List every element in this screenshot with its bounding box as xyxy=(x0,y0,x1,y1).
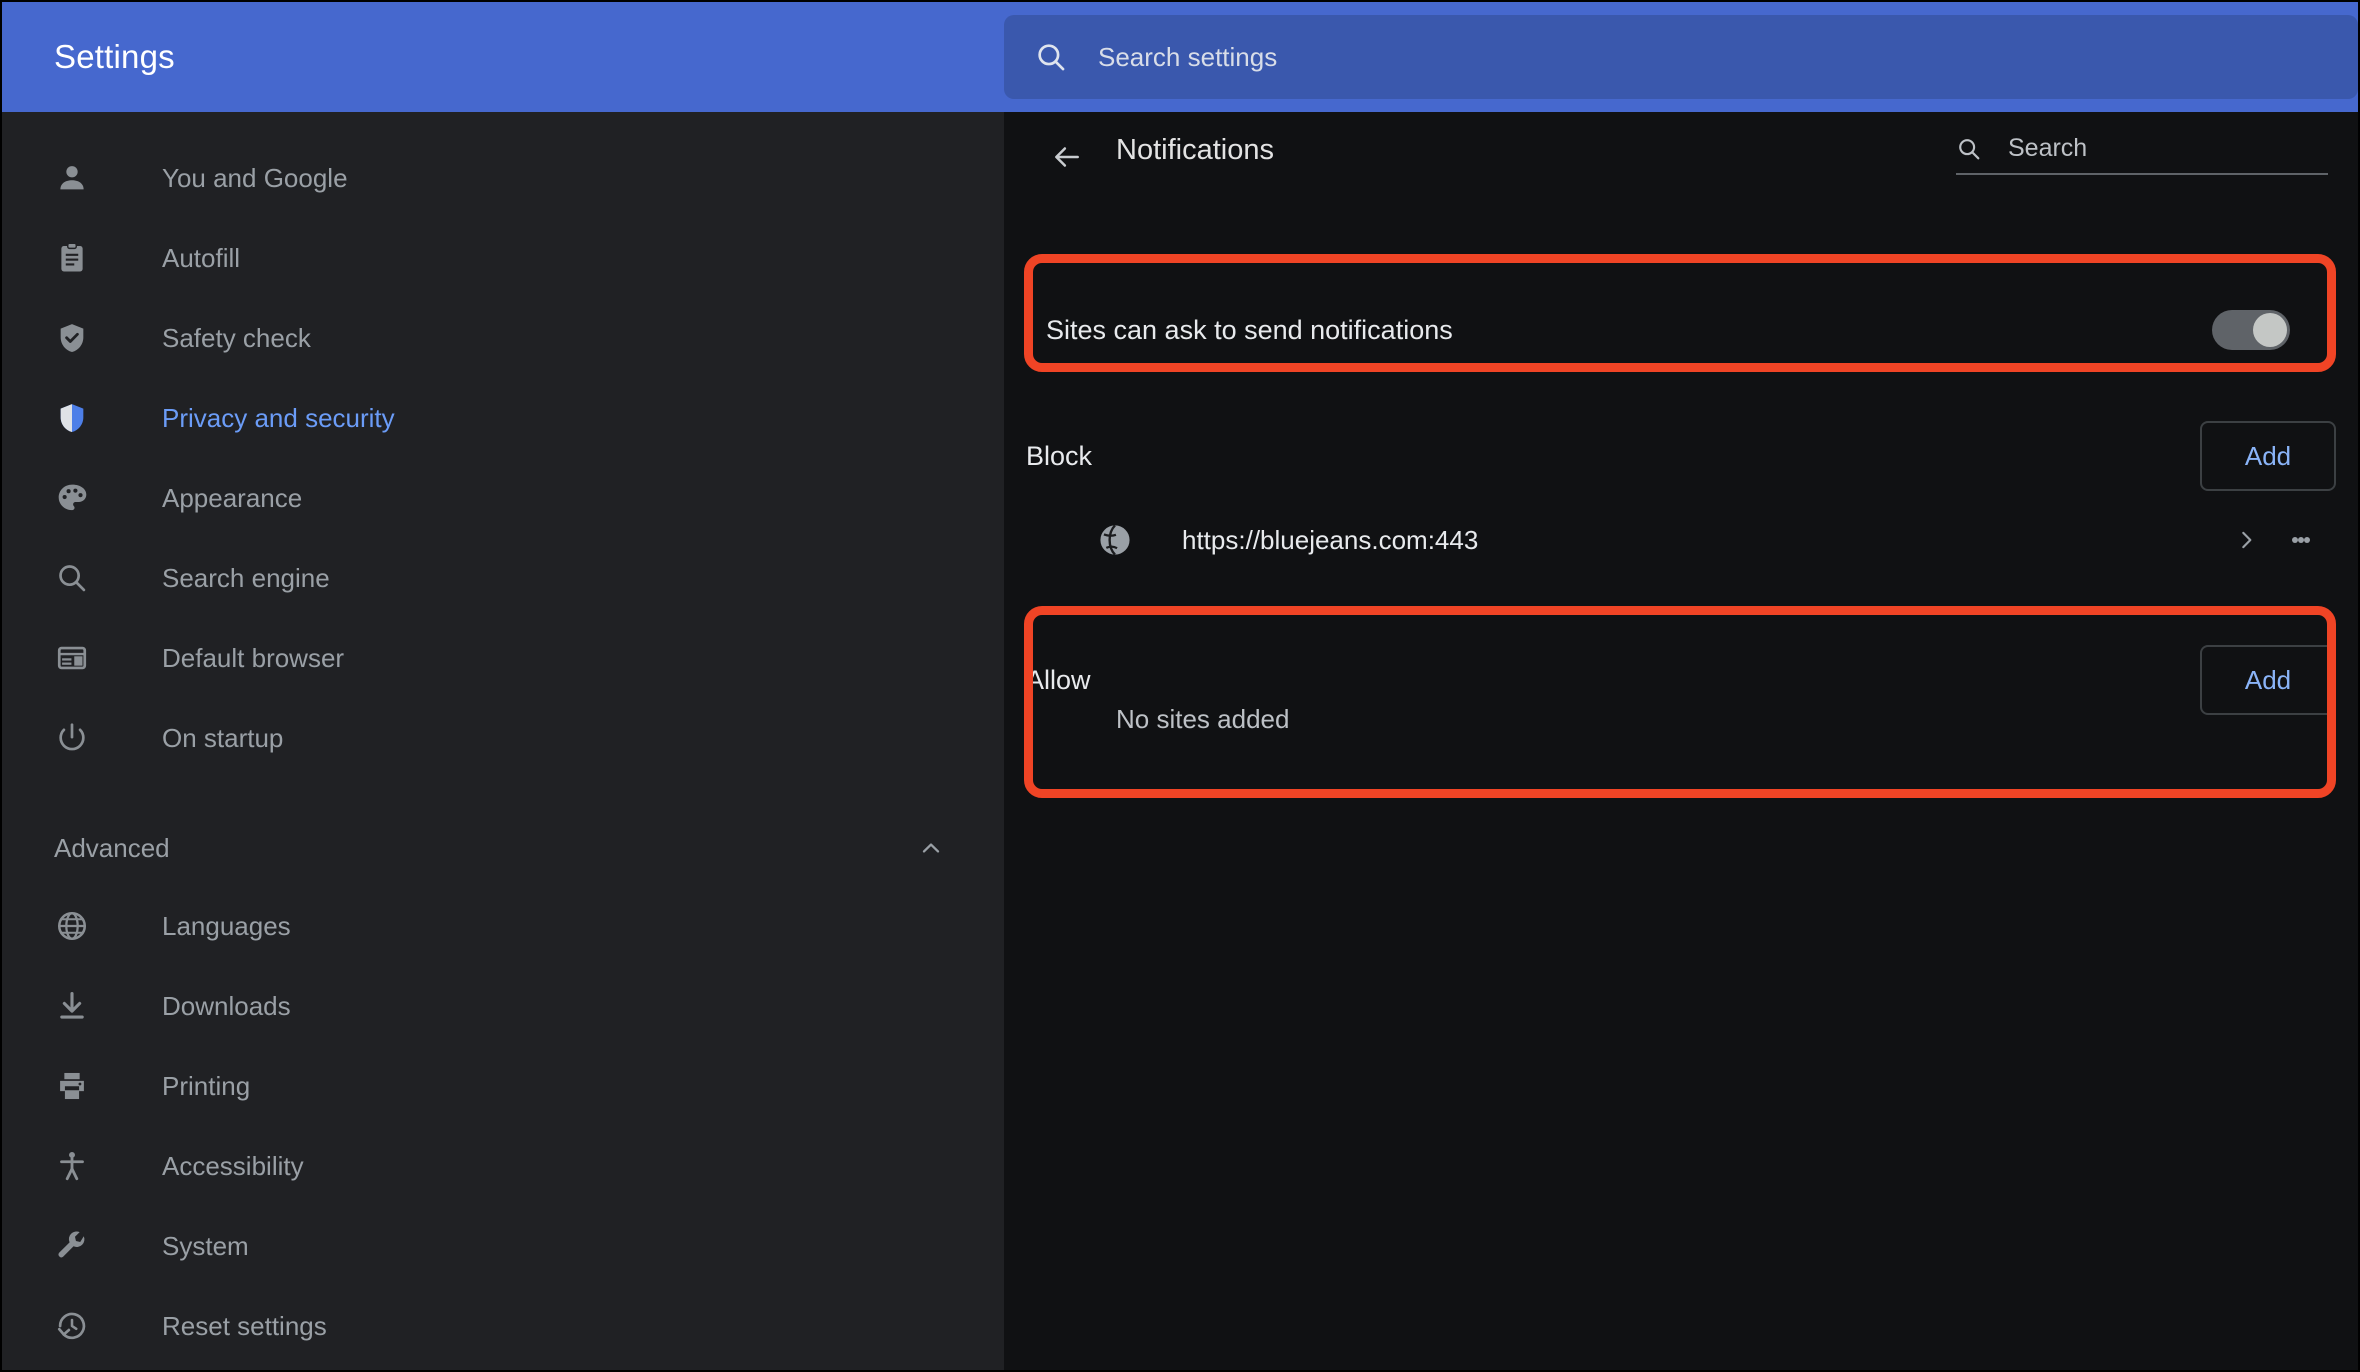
site-url: https://bluejeans.com:443 xyxy=(1182,524,1479,555)
sidebar-divider xyxy=(2,778,1004,810)
allow-empty-message: No sites added xyxy=(1116,704,1290,734)
sidebar-item-label: Printing xyxy=(162,1070,251,1101)
table-row[interactable]: https://bluejeans.com:443 xyxy=(1026,494,2336,586)
sidebar-item-label: Autofill xyxy=(162,242,241,273)
top-bar-right: Search settings xyxy=(1004,2,2358,112)
block-section-title: Block xyxy=(1026,440,1093,471)
sidebar-item-label: Privacy and security xyxy=(162,402,395,433)
main-content: Notifications Search Sites can ask to se… xyxy=(1004,112,2358,1370)
sidebar-item-label: You and Google xyxy=(162,162,348,193)
power-icon xyxy=(54,720,90,756)
clipboard-icon xyxy=(54,240,90,276)
block-section-header: Block Add xyxy=(1026,406,2336,506)
more-vertical-icon[interactable] xyxy=(2266,516,2336,564)
sidebar-item-label: Safety check xyxy=(162,322,311,353)
sidebar-item-label: Reset settings xyxy=(162,1310,327,1341)
top-bar-left: Settings xyxy=(2,2,1004,112)
search-icon xyxy=(54,560,90,596)
main-header: Notifications Search xyxy=(1004,112,2358,202)
app-title: Settings xyxy=(54,38,175,75)
browser-window-icon xyxy=(54,640,90,676)
sidebar-item-reset-settings[interactable]: Reset settings xyxy=(2,1286,1004,1366)
chevron-right-icon[interactable] xyxy=(2226,520,2266,560)
sidebar-item-autofill[interactable]: Autofill xyxy=(2,218,1004,298)
block-add-button[interactable]: Add xyxy=(2200,421,2336,491)
sidebar-section-advanced[interactable]: Advanced xyxy=(2,810,1004,886)
top-bar: Settings Search settings xyxy=(2,2,2358,112)
arrow-left-icon xyxy=(1055,147,1079,167)
sidebar: You and Google Autofill Safety check Pri… xyxy=(2,112,1004,1370)
shield-check-icon xyxy=(54,320,90,356)
sidebar-item-printing[interactable]: Printing xyxy=(2,1046,1004,1126)
sidebar-item-label: Downloads xyxy=(162,990,291,1021)
sidebar-item-safety-check[interactable]: Safety check xyxy=(2,298,1004,378)
sidebar-item-label: On startup xyxy=(162,722,284,753)
sidebar-item-on-startup[interactable]: On startup xyxy=(2,698,1004,778)
global-search-placeholder: Search settings xyxy=(1098,41,1278,72)
sites-can-ask-label: Sites can ask to send notifications xyxy=(1046,314,1453,345)
sidebar-item-downloads[interactable]: Downloads xyxy=(2,966,1004,1046)
dot xyxy=(2304,537,2310,543)
page-title: Notifications xyxy=(1116,134,1274,166)
wrench-icon xyxy=(54,1228,90,1264)
sidebar-item-label: Search engine xyxy=(162,562,330,593)
sidebar-item-appearance[interactable]: Appearance xyxy=(2,458,1004,538)
person-icon xyxy=(54,160,90,196)
allow-add-button[interactable]: Add xyxy=(2200,645,2336,715)
main-search-placeholder: Search xyxy=(2008,134,2088,162)
sidebar-item-system[interactable]: System xyxy=(2,1206,1004,1286)
main-search-input[interactable]: Search xyxy=(1956,134,2328,175)
sidebar-item-privacy-and-security[interactable]: Privacy and security xyxy=(2,378,1004,458)
sidebar-item-accessibility[interactable]: Accessibility xyxy=(2,1126,1004,1206)
sites-can-ask-row[interactable]: Sites can ask to send notifications xyxy=(1024,278,2336,382)
printer-icon xyxy=(54,1068,90,1104)
allow-section-title: Allow xyxy=(1026,664,1091,695)
settings-window: Settings Search settings You and Google xyxy=(2,2,2358,1370)
sidebar-item-you-and-google[interactable]: You and Google xyxy=(2,138,1004,218)
toggle-knob xyxy=(2253,313,2287,347)
global-search-box[interactable]: Search settings xyxy=(1004,15,2358,99)
sidebar-item-search-engine[interactable]: Search engine xyxy=(2,538,1004,618)
search-icon xyxy=(1038,44,1065,71)
notifications-toggle[interactable] xyxy=(2212,310,2290,350)
sidebar-item-label: Default browser xyxy=(162,642,345,673)
download-icon xyxy=(54,988,90,1024)
palette-icon xyxy=(54,480,90,516)
chevron-up-icon[interactable] xyxy=(918,835,944,861)
sidebar-item-label: Languages xyxy=(162,910,291,941)
sidebar-item-default-browser[interactable]: Default browser xyxy=(2,618,1004,698)
search-icon xyxy=(1959,138,1980,159)
globe-icon xyxy=(1100,524,1130,556)
sidebar-item-languages[interactable]: Languages xyxy=(2,886,1004,966)
sidebar-item-label: Appearance xyxy=(162,482,303,513)
sidebar-item-label: System xyxy=(162,1230,249,1261)
shield-icon xyxy=(54,400,90,436)
sidebar-section-label: Advanced xyxy=(54,832,170,863)
back-button[interactable] xyxy=(1040,130,1094,184)
history-icon xyxy=(54,1308,90,1344)
sidebar-item-label: Accessibility xyxy=(162,1150,304,1181)
globe-icon xyxy=(54,908,90,944)
accessibility-icon xyxy=(54,1148,90,1184)
